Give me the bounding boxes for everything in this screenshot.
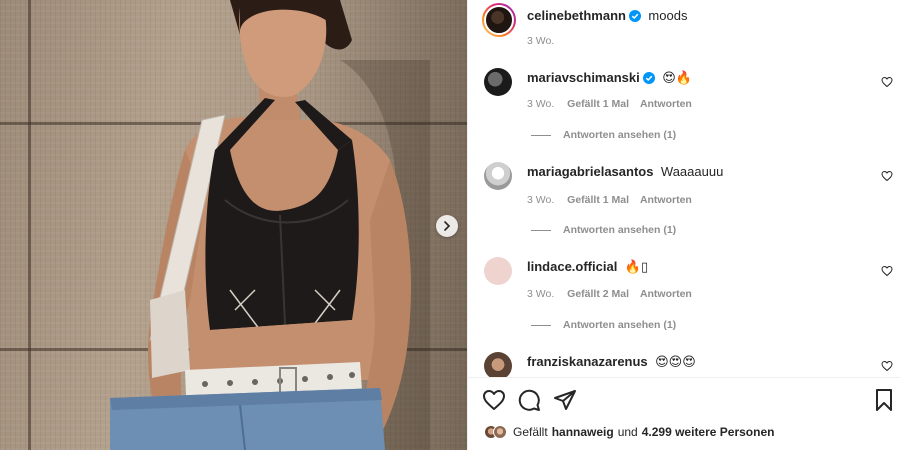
- replies-divider: [531, 134, 551, 136]
- comment-like-heart-icon[interactable]: [881, 360, 893, 372]
- reply-button[interactable]: Antworten: [640, 288, 692, 300]
- comment-time[interactable]: 3 Wo.: [527, 288, 554, 300]
- wall-joint: [28, 0, 31, 450]
- likes-summary: Gefällt hannaweig und 4.299 weitere Pers…: [484, 425, 774, 439]
- view-replies-label: Antworten ansehen (1): [563, 129, 677, 141]
- post-time[interactable]: 3 Wo.: [527, 35, 554, 47]
- author-username[interactable]: celinebethmann: [527, 8, 626, 23]
- view-replies-button[interactable]: Antworten ansehen (1): [531, 129, 676, 141]
- reply-button[interactable]: Antworten: [640, 194, 692, 206]
- bookmark-icon[interactable]: [872, 388, 896, 412]
- commenter-avatar[interactable]: [484, 257, 512, 285]
- view-replies-button[interactable]: Antworten ansehen (1): [531, 224, 676, 236]
- likes-count[interactable]: 4.299 weitere Personen: [642, 425, 775, 439]
- view-replies-label: Antworten ansehen (1): [563, 224, 677, 236]
- comment-username[interactable]: franziskanazarenus: [527, 354, 648, 369]
- comment-likes[interactable]: Gefällt 1 Mal: [567, 98, 629, 110]
- view-replies-label: Antworten ansehen (1): [563, 319, 677, 331]
- comment-username[interactable]: lindace.official: [527, 259, 617, 274]
- comment-time[interactable]: 3 Wo.: [527, 194, 554, 206]
- person-figure: [110, 0, 430, 450]
- commenter-avatar[interactable]: [484, 352, 512, 380]
- next-photo-button[interactable]: [436, 215, 458, 237]
- replies-divider: [531, 324, 551, 326]
- caption-text: moods: [648, 8, 688, 23]
- view-replies-button[interactable]: Antworten ansehen (1): [531, 319, 676, 331]
- comment-like-heart-icon[interactable]: [881, 76, 893, 88]
- chevron-right-icon: [444, 221, 451, 231]
- post-actions-bar: Gefällt hannaweig und 4.299 weitere Pers…: [468, 377, 900, 450]
- comment-username[interactable]: mariavschimanski: [527, 70, 640, 85]
- replies-divider: [531, 229, 551, 231]
- heart-icon[interactable]: [482, 388, 506, 412]
- commenter-avatar[interactable]: [484, 68, 512, 96]
- comment-likes[interactable]: Gefällt 2 Mal: [567, 288, 629, 300]
- comment-time[interactable]: 3 Wo.: [527, 98, 554, 110]
- liker-avatar: [493, 425, 507, 439]
- post-photo: [0, 0, 467, 450]
- post-detail-panel: celinebethmann moods 3 Wo. mariavschiman…: [467, 0, 900, 450]
- reply-button[interactable]: Antworten: [640, 98, 692, 110]
- comment-like-heart-icon[interactable]: [881, 170, 893, 182]
- comment-text: 🔥▯: [624, 259, 649, 274]
- commenter-avatar[interactable]: [484, 162, 512, 190]
- comment-text: 😍🔥: [662, 70, 692, 85]
- likes-middle: und: [617, 425, 638, 439]
- comment-username[interactable]: mariagabrielasantos: [527, 164, 653, 179]
- verified-badge-icon: [642, 72, 655, 84]
- comment-likes[interactable]: Gefällt 1 Mal: [567, 194, 629, 206]
- likes-prefix: Gefällt: [513, 425, 548, 439]
- comment-text: Waaaauuu: [660, 164, 724, 179]
- verified-badge-icon: [628, 10, 641, 22]
- liker-username[interactable]: hannaweig: [552, 425, 614, 439]
- author-avatar[interactable]: [482, 3, 516, 37]
- send-icon[interactable]: [553, 388, 577, 412]
- comment-text: 😍😍😍: [655, 354, 696, 369]
- comment-like-heart-icon[interactable]: [881, 265, 893, 277]
- comment-icon[interactable]: [517, 388, 541, 412]
